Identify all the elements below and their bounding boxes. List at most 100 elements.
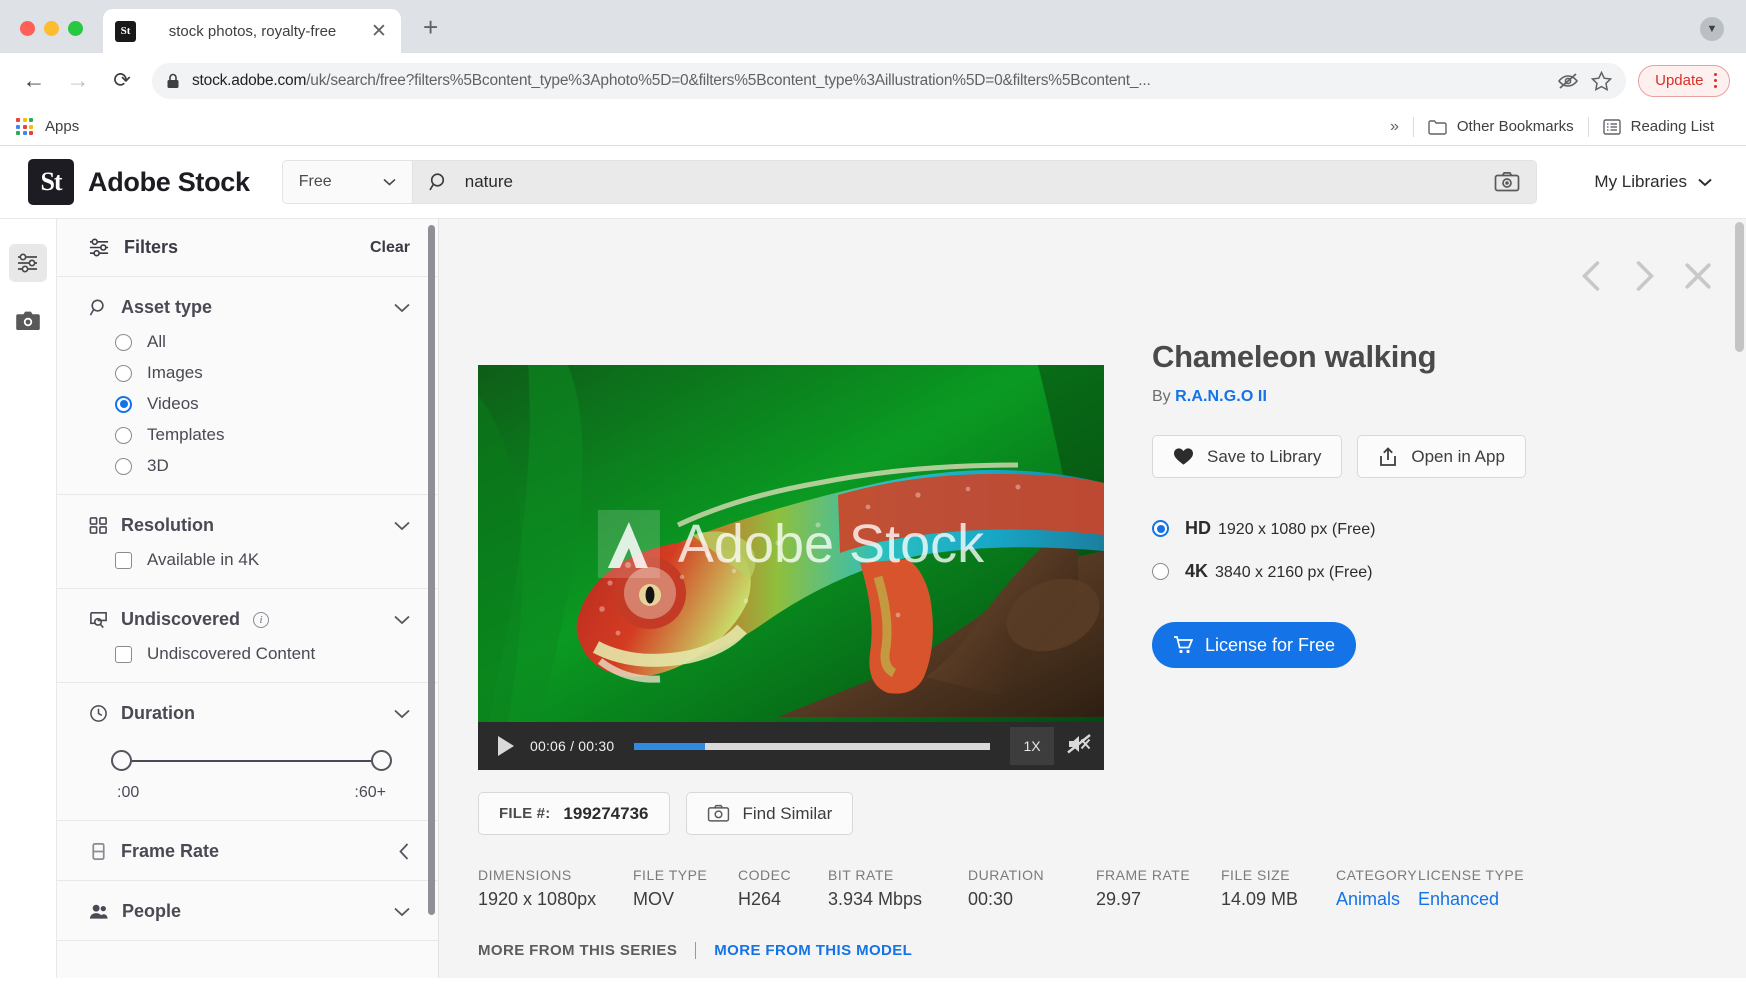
info-icon[interactable]: i (253, 611, 270, 628)
apps-grid-icon[interactable] (16, 118, 33, 135)
filter-option-3d[interactable]: 3D (115, 456, 410, 476)
back-arrow-icon[interactable]: ← (12, 59, 56, 103)
video-preview[interactable]: Adobe Stock (478, 365, 1104, 722)
address-bar[interactable]: stock.adobe.com/uk/search/free?filters%5… (152, 62, 1627, 99)
meta-duration: DURATION 00:30 (968, 867, 1096, 910)
asset-type-options: All Images Videos Templates 3D (89, 332, 410, 476)
new-tab-button[interactable]: + (423, 12, 438, 43)
search-input-area[interactable]: nature (412, 161, 1536, 203)
more-from-series-link[interactable]: MORE FROM THIS SERIES (478, 942, 677, 959)
reading-list-icon (1602, 118, 1621, 135)
rail-visual-search-button[interactable] (9, 302, 47, 340)
chevron-down-icon[interactable] (394, 907, 410, 917)
search-input[interactable]: nature (465, 172, 1478, 192)
radio-templates[interactable] (115, 426, 132, 444)
maximize-window-button[interactable] (68, 21, 83, 36)
license-for-free-button[interactable]: License for Free (1152, 622, 1356, 668)
close-window-button[interactable] (20, 21, 35, 36)
radio-images[interactable] (115, 364, 132, 382)
checkbox-available-4k[interactable] (115, 551, 132, 569)
volume-mute-icon[interactable] (1066, 732, 1092, 761)
filter-section-header[interactable]: Resolution (89, 515, 410, 536)
duration-range-slider[interactable] (111, 750, 392, 772)
save-to-library-button[interactable]: Save to Library (1152, 435, 1343, 478)
filter-section-header[interactable]: People (89, 901, 410, 922)
filter-option-images[interactable]: Images (115, 363, 410, 383)
meta-value-link[interactable]: Animals (1336, 889, 1418, 910)
playback-speed-button[interactable]: 1X (1010, 727, 1054, 765)
radio-videos[interactable] (115, 395, 132, 413)
file-number-button[interactable]: FILE #: 199274736 (478, 792, 670, 835)
meta-value: 1920 x 1080px (478, 889, 597, 909)
open-in-app-button[interactable]: Open in App (1357, 435, 1526, 478)
window-traffic-lights[interactable] (0, 21, 83, 53)
filter-section-header[interactable]: Asset type (89, 297, 410, 318)
browser-window: St stock photos, royalty-free ✕ + ▼ ← → … (0, 0, 1746, 1000)
chevron-left-icon[interactable] (1580, 261, 1604, 291)
filter-option-available-4k[interactable]: Available in 4K (115, 550, 410, 570)
my-libraries-button[interactable]: My Libraries (1594, 172, 1712, 192)
slider-handle-max[interactable] (371, 750, 392, 771)
camera-icon (16, 311, 40, 330)
adobe-stock-logo[interactable]: St Adobe Stock (28, 159, 250, 205)
star-icon[interactable] (1591, 70, 1613, 91)
tab-list-chevron-icon[interactable]: ▼ (1700, 17, 1724, 41)
camera-icon[interactable] (1494, 171, 1520, 193)
update-button[interactable]: Update (1638, 64, 1730, 97)
chevron-left-icon[interactable] (399, 843, 410, 860)
frame-icon (92, 843, 105, 860)
reading-list-button[interactable]: Reading List (1589, 118, 1728, 136)
chrome-menu-icon[interactable] (1713, 72, 1717, 89)
filter-section-header[interactable]: Frame Rate (89, 841, 410, 862)
chevron-right-icon[interactable] (1632, 261, 1656, 291)
browser-toolbar: ← → ⟳ stock.adobe.com/uk/search/free?fil… (0, 53, 1746, 108)
other-bookmarks-button[interactable]: Other Bookmarks (1414, 118, 1588, 135)
option-label: Templates (147, 425, 225, 444)
radio-all[interactable] (115, 333, 132, 351)
my-libraries-label: My Libraries (1594, 172, 1687, 191)
bookmarks-overflow-icon[interactable]: » (1376, 118, 1413, 136)
author-link[interactable]: R.A.N.G.O II (1175, 388, 1267, 405)
chevron-down-icon (383, 178, 396, 186)
play-icon[interactable] (498, 736, 514, 756)
bottom-strip (0, 978, 1746, 1000)
minimize-window-button[interactable] (44, 21, 59, 36)
video-progress-fill (634, 742, 706, 750)
search-type-select[interactable]: Free (282, 161, 413, 203)
eye-slash-icon[interactable] (1557, 72, 1579, 90)
checkbox-undiscovered-content[interactable] (115, 645, 132, 663)
bookmark-apps-label[interactable]: Apps (45, 118, 79, 135)
chevron-down-icon[interactable] (394, 709, 410, 719)
filter-option-videos[interactable]: Videos (115, 394, 410, 414)
close-icon[interactable] (1684, 262, 1712, 290)
filter-section-header[interactable]: Undiscovered i (89, 609, 410, 630)
clear-filters-button[interactable]: Clear (370, 239, 410, 257)
sidebar-scrollbar[interactable] (428, 225, 435, 915)
forward-arrow-icon[interactable]: → (56, 59, 100, 103)
chevron-down-icon[interactable] (394, 303, 410, 313)
resolution-option-4k[interactable]: 4K 3840 x 2160 px (Free) (1152, 561, 1672, 582)
radio-hd[interactable] (1152, 520, 1169, 537)
resolution-option-hd[interactable]: HD 1920 x 1080 px (Free) (1152, 518, 1672, 539)
rail-filters-button[interactable] (9, 244, 47, 282)
filter-option-undiscovered-content[interactable]: Undiscovered Content (115, 644, 410, 664)
meta-value-link[interactable]: Enhanced (1418, 889, 1524, 910)
slider-handle-min[interactable] (111, 750, 132, 771)
more-from-model-link[interactable]: MORE FROM THIS MODEL (714, 942, 912, 959)
chevron-down-icon[interactable] (394, 615, 410, 625)
chevron-down-icon (1698, 178, 1712, 186)
radio-4k[interactable] (1152, 563, 1169, 580)
radio-3d[interactable] (115, 457, 132, 475)
page-scrollbar[interactable] (1735, 222, 1744, 352)
video-progress-bar[interactable] (634, 742, 990, 750)
tab-close-icon[interactable]: ✕ (369, 20, 389, 43)
reload-icon[interactable]: ⟳ (100, 59, 144, 103)
filter-section-header[interactable]: Duration (89, 703, 410, 724)
chevron-down-icon[interactable] (394, 521, 410, 531)
find-similar-button[interactable]: Find Similar (685, 792, 854, 835)
browser-tab[interactable]: St stock photos, royalty-free ✕ (103, 9, 401, 53)
adobe-stock-wordmark: Adobe Stock (88, 166, 250, 197)
filter-option-all[interactable]: All (115, 332, 410, 352)
filter-option-templates[interactable]: Templates (115, 425, 410, 445)
by-prefix: By (1152, 388, 1171, 405)
